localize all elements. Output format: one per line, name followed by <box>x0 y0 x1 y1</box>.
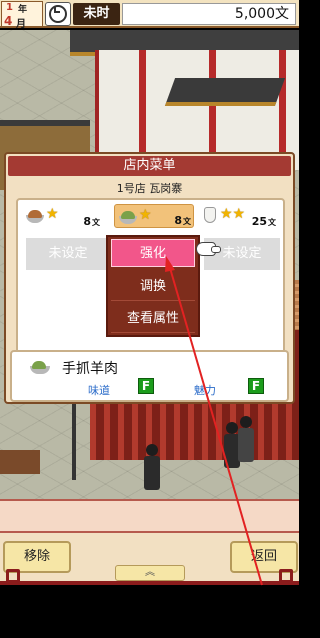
time-of-day: 未时 <box>73 3 120 25</box>
month-number: 4 <box>4 14 13 28</box>
attr-label-taste: 味道 <box>88 384 110 397</box>
year-number: 1 <box>6 2 13 13</box>
menu-slot-1[interactable]: ★ 8文 <box>22 204 102 228</box>
year-unit: 年 <box>18 5 28 15</box>
dialog-title: 店内菜单 <box>8 156 291 176</box>
dish-price: 25文 <box>251 215 276 228</box>
clock-icon <box>45 2 71 26</box>
dish-price: 8文 <box>174 214 191 227</box>
wine-bag-icon <box>204 207 216 223</box>
meat-bun-dish-icon <box>26 207 44 223</box>
building-roof <box>164 78 286 106</box>
empty-slot-left[interactable]: 未设定 <box>26 238 110 270</box>
cart <box>0 450 40 474</box>
status-bar: 1 年 4 月 未时 5,000文 <box>0 0 299 30</box>
pointing-hand-icon <box>196 242 221 256</box>
swap-button[interactable]: 调换 <box>111 273 195 301</box>
customer-sprite <box>142 444 162 490</box>
star-rating: ★★ <box>220 206 246 222</box>
attr-label-charm: 魅力 <box>194 384 216 397</box>
menu-slot-3[interactable]: ★★ 25文 <box>198 204 278 228</box>
star-rating: ★ <box>46 206 59 222</box>
shop-name: 1号店 瓦岗寨 <box>116 182 183 195</box>
message-bar <box>0 499 299 533</box>
view-attributes-button[interactable]: 查看属性 <box>111 305 195 333</box>
customer-sprite <box>236 416 256 462</box>
scroll-up-tab[interactable]: ︽ <box>115 565 185 581</box>
menu-slot-2[interactable]: ★ 8文 <box>114 204 194 228</box>
bottom-panel: 移除 返回 ︽ <box>0 533 299 585</box>
selected-dish-panel: 手抓羊肉 味道 F 魅力 F <box>10 350 289 402</box>
star-rating: ★ <box>139 207 152 223</box>
grade-badge: F <box>248 378 264 394</box>
money-display: 5,000文 <box>122 3 296 25</box>
screen-bottom-bar <box>0 589 299 638</box>
slot-action-popup: 强化 调换 查看属性 <box>106 235 200 337</box>
lamb-dish-icon <box>30 358 50 374</box>
lamb-dish-icon <box>119 208 137 224</box>
dish-name: 手抓羊肉 <box>62 361 118 377</box>
upgrade-button[interactable]: 强化 <box>111 239 195 267</box>
month-unit: 月 <box>16 19 26 30</box>
dish-price: 8文 <box>83 215 100 228</box>
grade-badge: F <box>138 378 154 394</box>
calendar: 1 年 4 月 <box>1 1 43 30</box>
corner-ornament <box>6 569 20 583</box>
corner-ornament <box>279 569 293 583</box>
